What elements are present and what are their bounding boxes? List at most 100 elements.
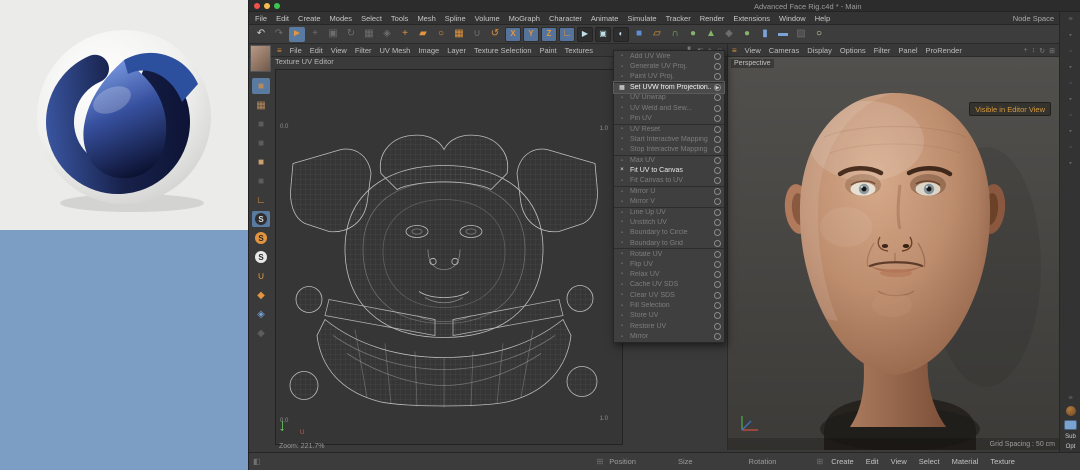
zoom-window-icon[interactable] [274,3,280,9]
uv-menubar-item[interactable]: Texture Selection [474,46,532,55]
dock-menu-icon[interactable]: ≡ [1068,395,1072,402]
mirror-tool-icon[interactable]: ↺ [487,27,503,42]
dock-tab-icon-1[interactable]: ▪ [1069,32,1071,39]
context-menu-item[interactable]: ▪ Max UV [614,155,724,165]
x-axis-lock-icon[interactable]: X [505,27,521,42]
menubar-item[interactable]: Spline [445,14,466,23]
context-menu-item[interactable]: ▦ Set UVW from Projection... ▶ [614,82,724,92]
viewport-menubar-item[interactable]: Panel [898,46,917,55]
dock-tab-icon-4[interactable]: ▫ [1069,80,1071,87]
menubar-item[interactable]: Volume [475,14,500,23]
context-menu-item[interactable]: ▪ Stop Interactive Mapping [614,145,724,155]
menubar-item[interactable]: Character [549,14,582,23]
uv-menubar-item[interactable]: Textures [565,46,593,55]
lock-workplane-icon[interactable]: ◆ [252,325,270,341]
dock-tab-icon-6[interactable]: ▫ [1069,112,1071,119]
uv-editor-tab[interactable]: Texture UV Editor [275,57,334,66]
context-menu-item[interactable]: ▪ UV Weld and Sew... [614,103,724,113]
statusbar-menu-item[interactable]: Edit [866,457,879,466]
recent-tool-2-icon[interactable]: ◈ [379,27,395,42]
context-menu-item[interactable]: ▪ Rotate UV [614,248,724,258]
uv-menubar-item[interactable]: Edit [310,46,323,55]
context-menu-item[interactable]: ▪ Cache UV SDS [614,280,724,290]
menubar-item[interactable]: Animate [591,14,619,23]
menubar-item[interactable]: Window [779,14,806,23]
context-menu-item[interactable]: ▪ Mirror U [614,186,724,196]
menubar-item[interactable]: MoGraph [509,14,540,23]
pan-view-icon[interactable]: + [1024,47,1028,55]
material-swatch-icon[interactable] [1066,406,1076,416]
uv-menubar-item[interactable]: Image [418,46,439,55]
render-picture-viewer-icon[interactable]: ▣ [595,27,611,42]
camera-icon[interactable]: ▨ [793,27,809,42]
snap-modes-icon[interactable]: S [252,249,270,265]
viewport-menubar-item[interactable]: Display [807,46,832,55]
context-menu-item[interactable]: ▪ Paint UV Proj. [614,72,724,82]
menubar-item[interactable]: Mesh [417,14,435,23]
menubar-item[interactable]: Create [298,14,321,23]
checker-select-icon[interactable]: ▦ [451,27,467,42]
viewport-menubar-item[interactable]: ProRender [926,46,962,55]
menubar-item[interactable]: Simulate [627,14,656,23]
context-menu-item[interactable]: ▪ Unstitch UV [614,217,724,227]
menubar-item[interactable]: Select [361,14,382,23]
make-editable-icon[interactable]: ■ [252,78,270,94]
uv-menubar-item[interactable]: File [290,46,302,55]
context-menu-item[interactable]: ▪ Boundary to Grid [614,238,724,248]
move-tool-icon[interactable]: + [307,27,323,42]
volume-icon[interactable]: ● [739,27,755,42]
uv-menubar-item[interactable]: UV Mesh [380,46,411,55]
context-menu-item[interactable]: ▪ Line Up UV [614,207,724,217]
cloner-icon[interactable]: ▲ [703,27,719,42]
bend-deformer-icon[interactable]: ∩ [667,27,683,42]
context-menu-item[interactable]: ▪ Mirror [614,332,724,342]
recent-tool-icon[interactable]: ▦ [361,27,377,42]
menubar-item[interactable]: File [255,14,267,23]
uv-menubar-item[interactable]: Layer [447,46,466,55]
uv-menubar-item[interactable]: Paint [540,46,557,55]
zoom-view-icon[interactable]: ↕ [1032,47,1036,55]
title-bar[interactable]: Advanced Face Rig.c4d * - Main [249,0,1080,12]
spline-pen-icon[interactable]: ▱ [649,27,665,42]
context-menu-item[interactable]: ▪ Relax UV [614,269,724,279]
workplane-icon[interactable]: ◆ [252,287,270,303]
live-selection-icon[interactable]: ► [289,27,305,42]
uv-menubar-item[interactable]: Filter [355,46,372,55]
viewport-menubar-item[interactable]: Cameras [769,46,799,55]
render-settings-icon[interactable]: ◐ [613,27,629,42]
undo-icon[interactable]: ↶ [253,27,269,42]
context-menu-item[interactable]: ▪ Pin UV [614,113,724,123]
context-menu-item[interactable]: ▪ Store UV [614,311,724,321]
uv-wireframe-map[interactable] [285,129,603,426]
menubar-item[interactable]: Modes [330,14,353,23]
statusbar-menu-item[interactable]: Create [831,457,854,466]
spline-helper-icon[interactable]: ▮ [757,27,773,42]
menubar-item[interactable]: Edit [276,14,289,23]
uv-panel-menu-icon[interactable]: ≡ [277,46,282,55]
points-mode-icon[interactable]: ▦ [252,97,270,113]
context-menu-item[interactable]: ▪ UV Unwrap [614,93,724,103]
menubar-item[interactable]: Extensions [733,14,770,23]
context-menu-item[interactable]: ▪ Restore UV [614,321,724,331]
uv-editor-canvas[interactable]: 0.0 1.0 0.0 1.0 [275,69,623,445]
floor-icon[interactable]: ▬ [775,27,791,42]
viewport-menubar-item[interactable]: Filter [874,46,891,55]
snap-settings-icon[interactable]: S [252,230,270,246]
statusbar-menu-item[interactable]: Select [919,457,940,466]
color-swatch-icon[interactable] [1064,420,1077,430]
menubar-item[interactable]: Help [815,14,830,23]
y-axis-lock-icon[interactable]: Y [523,27,539,42]
menubar-item[interactable]: Render [700,14,725,23]
context-menu-item[interactable]: ▪ Boundary to Circle [614,228,724,238]
scale-tool-icon[interactable]: ▣ [325,27,341,42]
minimize-window-icon[interactable] [264,3,270,9]
status-left-icon[interactable]: ◧ [253,457,261,466]
polygons-mode-icon[interactable]: ■ [252,135,270,151]
context-menu-item[interactable]: ▪ Fit Canvas to UV [614,176,724,186]
context-menu-item[interactable]: ▪ Start Interactive Mapping [614,134,724,144]
context-menu-item[interactable]: ▪ Generate UV Proj. [614,61,724,71]
rotate-view-icon[interactable]: ↻ [1039,47,1045,55]
dock-tab-icon-9[interactable]: ▪ [1069,160,1071,167]
polygon-pen-icon[interactable]: ▰ [415,27,431,42]
redo-icon[interactable]: ↷ [271,27,287,42]
